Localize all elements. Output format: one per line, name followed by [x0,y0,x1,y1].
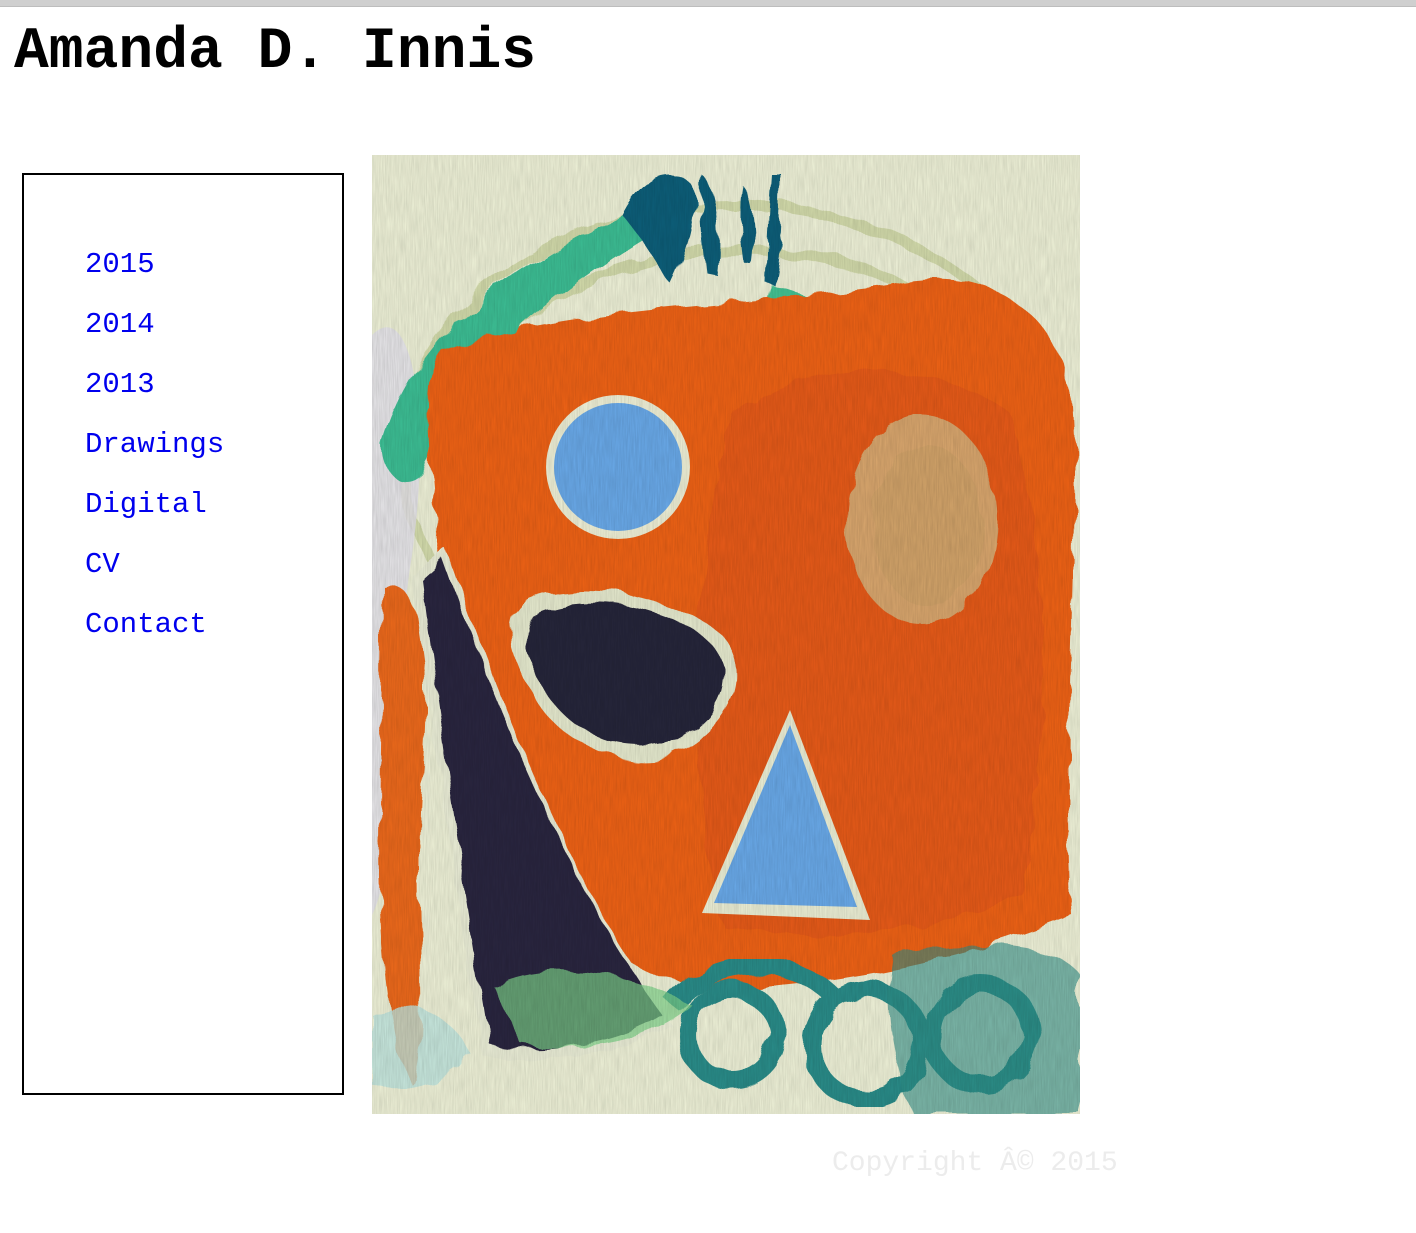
nav-item-cv: CV [85,545,224,605]
nav-link-digital[interactable]: Digital [85,488,207,521]
artwork-image [372,155,1080,1114]
site-title: Amanda D. Innis [14,20,537,85]
nav-item-contact: Contact [85,605,224,665]
nav-item-2014: 2014 [85,305,224,365]
copyright-text: Copyright Â© 2015 [832,1148,1118,1179]
nav-link-contact[interactable]: Contact [85,608,207,641]
window-top-edge [0,0,1416,7]
nav-link-2014[interactable]: 2014 [85,308,155,341]
nav-item-drawings: Drawings [85,425,224,485]
nav-link-2015[interactable]: 2015 [85,248,155,281]
nav-link-drawings[interactable]: Drawings [85,428,224,461]
nav-item-digital: Digital [85,485,224,545]
nav-link-2013[interactable]: 2013 [85,368,155,401]
nav-item-2013: 2013 [85,365,224,425]
nav-item-2015: 2015 [85,245,224,305]
nav-link-cv[interactable]: CV [85,548,120,581]
sidebar-nav: 2015 2014 2013 Drawings Digital CV Conta… [22,173,344,1095]
nav-list: 2015 2014 2013 Drawings Digital CV Conta… [85,245,224,665]
abstract-painting [372,155,1080,1114]
